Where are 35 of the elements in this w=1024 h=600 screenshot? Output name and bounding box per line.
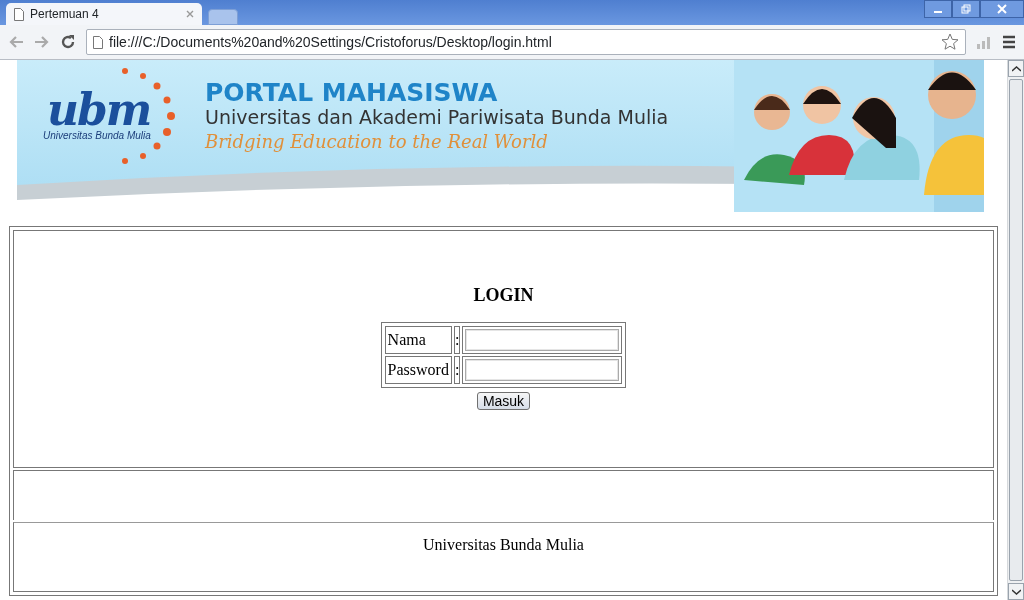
logo: ubm xyxy=(47,88,151,132)
login-heading: LOGIN xyxy=(472,285,535,306)
separator: : xyxy=(454,361,460,378)
minimize-icon xyxy=(934,11,942,13)
input-field[interactable] xyxy=(465,359,620,381)
banner-tagline: Bridging Education to the Real World xyxy=(205,131,548,152)
separator: : xyxy=(454,331,460,348)
scroll-up-icon[interactable] xyxy=(1011,65,1021,72)
login-button[interactable]: Masuk xyxy=(476,392,531,410)
page-icon xyxy=(14,7,24,21)
banner-subtitle: Universitas dan Akademi Pariwisata Bunda Mulia xyxy=(205,106,669,128)
url-text: file:///C:/Documents%20and%20Settings/Cristoforus/Desktop/login.html xyxy=(109,32,553,52)
close-button[interactable] xyxy=(980,0,1024,18)
close-icon xyxy=(997,4,1007,14)
input-field[interactable] xyxy=(465,329,620,351)
forward-icon[interactable] xyxy=(34,35,50,49)
address-bar[interactable]: file:///C:/Documents%20and%20Settings/Cristoforus/Desktop/login.html xyxy=(86,29,966,55)
browser-tab[interactable]: Pertemuan 4 xyxy=(6,3,202,25)
menu-icon[interactable] xyxy=(1002,35,1016,49)
minimize-button[interactable] xyxy=(924,0,952,18)
reload-icon[interactable] xyxy=(60,34,76,50)
restore-button[interactable] xyxy=(952,0,980,18)
field-label: Nama xyxy=(387,331,426,348)
tab-title: Pertemuan 4 xyxy=(30,6,100,23)
logo-caption: Universitas Bunda Mulia xyxy=(43,130,151,141)
scroll-down-icon[interactable] xyxy=(1011,588,1021,595)
star-icon[interactable] xyxy=(941,33,959,51)
field-label: Password xyxy=(387,361,449,378)
scrollbar[interactable] xyxy=(1007,60,1024,600)
banner-title: PORTAL MAHASISWA xyxy=(205,78,498,107)
close-icon[interactable] xyxy=(186,10,194,18)
footer-text: Universitas Bunda Mulia xyxy=(423,536,584,553)
restore-icon xyxy=(961,4,971,14)
page-icon xyxy=(93,35,103,49)
back-icon[interactable] xyxy=(8,35,24,49)
